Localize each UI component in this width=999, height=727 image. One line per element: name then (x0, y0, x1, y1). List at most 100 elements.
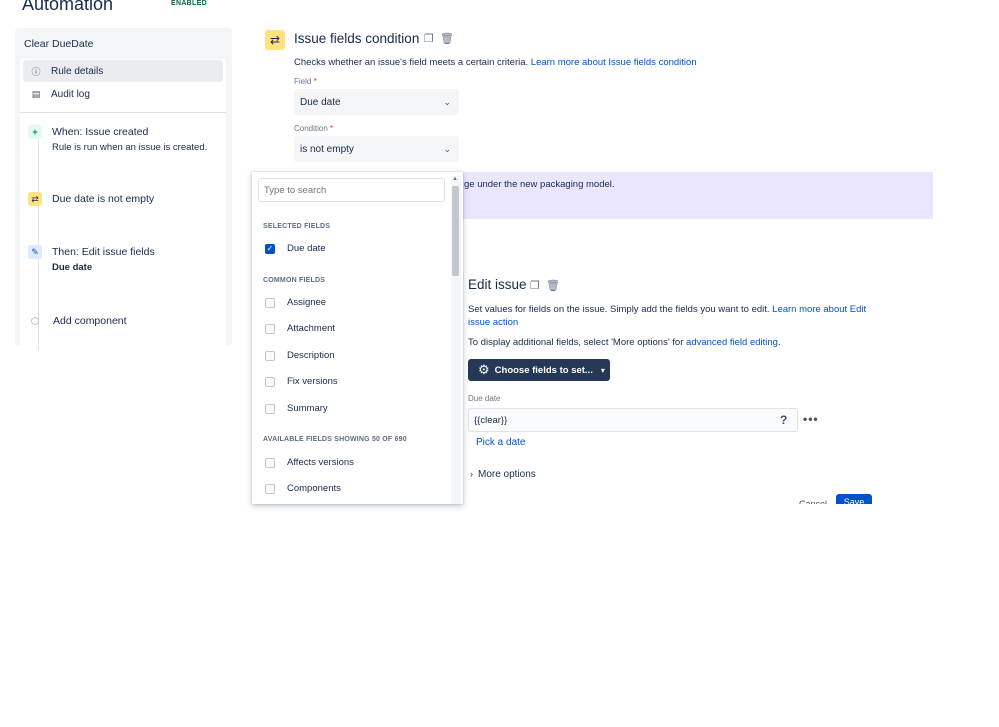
chevron-down-icon: ▾ (600, 365, 605, 375)
banner-text: ge under the new packaging model. (464, 179, 615, 190)
info-icon: ⓘ (31, 66, 41, 77)
field-option-summary[interactable]: Summary (265, 403, 328, 414)
learn-more-link[interactable]: Learn more about Edit (772, 304, 866, 315)
field-picker-dropdown: SELECTED FIELDS ✓ Due date COMMON FIELDS… (252, 172, 463, 504)
checkbox-icon (265, 457, 275, 468)
page-title: Automation (22, 0, 114, 14)
field-option-label: Description (287, 350, 335, 361)
field-option-label: Attachment (287, 323, 336, 334)
more-options-label: More options (478, 469, 536, 480)
rule-name: Clear DueDate (24, 38, 94, 50)
field-option-assignee[interactable]: Assignee (265, 297, 326, 308)
help-icon[interactable]: ? (780, 413, 787, 427)
trash-icon[interactable]: 🗑 (546, 279, 560, 292)
info-banner: ge under the new packaging model. (453, 172, 933, 219)
additional-text: To display additional fields, select 'Mo… (468, 337, 684, 348)
step-subtitle: Rule is run when an issue is created. (52, 142, 208, 153)
plus-icon: + (28, 125, 42, 139)
description-text: Set values for fields on the issue. Simp… (468, 304, 770, 315)
due-date-input[interactable]: {{clear}} (468, 408, 798, 432)
common-fields-heading: COMMON FIELDS (263, 277, 326, 284)
field-select[interactable]: Due date ⌄ (294, 89, 459, 115)
sidebar-item-label: Audit log (51, 88, 90, 100)
condition-step[interactable]: ⇄ Due date is not empty (28, 192, 154, 206)
condition-label-text: Condition (294, 124, 328, 133)
rule-sidebar: Clear DueDate ⓘ Rule details ▤ Audit log… (15, 28, 232, 367)
shuffle-icon: ⇄ (28, 192, 42, 206)
cancel-button[interactable]: Cancel (799, 498, 827, 504)
sidebar-item-label: Rule details (51, 65, 104, 77)
chevron-down-icon: ⌄ (443, 143, 451, 154)
checkbox-icon (265, 483, 275, 494)
field-option-components[interactable]: Components (265, 483, 341, 494)
more-options-toggle[interactable]: › More options (470, 469, 536, 480)
step-subtitle: Due date (52, 262, 93, 273)
field-select-value: Due date (300, 96, 341, 108)
add-dot-icon (31, 317, 39, 325)
checkbox-icon (265, 350, 275, 361)
action-step[interactable]: ✎ Then: Edit issue fields Due date (28, 245, 155, 273)
gear-icon: ⚙ (478, 362, 490, 377)
document-icon: ▤ (31, 88, 41, 99)
additional-fields-text: To display additional fields, select 'Mo… (468, 337, 781, 348)
checkbox-checked-icon: ✓ (265, 243, 275, 254)
edit-issue-title: Edit issue (468, 277, 527, 292)
field-label-text: Field (294, 77, 312, 86)
field-option-affects-versions[interactable]: Affects versions (265, 457, 354, 468)
save-button[interactable]: Save (836, 494, 872, 504)
condition-select[interactable]: is not empty ⌄ (294, 136, 459, 162)
divider (20, 112, 226, 113)
due-date-label: Due date (468, 394, 501, 403)
field-option-label: Components (287, 483, 341, 494)
field-label: Field * (294, 77, 317, 86)
field-option-label: Due date (287, 243, 326, 254)
step-title: When: Issue created (52, 126, 149, 138)
search-input[interactable] (258, 178, 445, 202)
advanced-field-editing-link[interactable]: advanced field editing (686, 337, 778, 348)
chevron-down-icon: ⌄ (443, 96, 451, 107)
step-title: Due date is not empty (52, 193, 155, 205)
field-option-label: Assignee (287, 297, 327, 308)
trash-icon[interactable]: 🗑 (440, 32, 454, 45)
copy-icon[interactable]: ❐ (530, 279, 540, 292)
condition-title: Issue fields condition (294, 31, 420, 46)
checkbox-icon (265, 403, 275, 414)
pencil-icon: ✎ (28, 245, 42, 259)
more-actions-icon[interactable]: ••• (803, 412, 819, 426)
step-title: Then: Edit issue fields (52, 246, 155, 258)
checkbox-icon (265, 323, 275, 334)
checkbox-icon (265, 376, 275, 387)
status-badge: ENABLED (171, 0, 207, 7)
add-component-button[interactable]: Add component (28, 314, 127, 328)
checkbox-icon (265, 297, 275, 308)
pick-date-link[interactable]: Pick a date (476, 437, 525, 448)
rule-outline-panel: ⓘ Rule details ▤ Audit log + When: Issue… (20, 59, 226, 367)
field-option-label: Affects versions (287, 457, 354, 468)
scrollbar-thumb[interactable] (452, 186, 459, 276)
selected-fields-heading: SELECTED FIELDS (263, 223, 331, 230)
due-date-value: {{clear}} (474, 414, 508, 426)
field-option-due-date[interactable]: ✓ Due date (265, 243, 326, 254)
choose-fields-label: Choose fields to set... (494, 364, 593, 376)
field-option-description[interactable]: Description (265, 350, 335, 361)
condition-select-value: is not empty (300, 143, 354, 155)
condition-label: Condition * (294, 124, 334, 133)
learn-more-link[interactable]: Learn more about Issue fields condition (531, 57, 697, 68)
trigger-step[interactable]: + When: Issue created Rule is run when a… (28, 125, 207, 153)
copy-icon[interactable]: ❐ (424, 32, 434, 45)
learn-more-link-cont[interactable]: issue action (468, 317, 518, 328)
description-text: Checks whether an issue's field meets a … (294, 57, 529, 68)
field-option-fix-versions[interactable]: Fix versions (265, 376, 338, 387)
field-option-attachment[interactable]: Attachment (265, 323, 335, 334)
scroll-up-icon[interactable]: ▲ (452, 176, 458, 182)
field-option-label: Fix versions (287, 376, 338, 387)
sidebar-item-audit-log[interactable]: ▤ Audit log (23, 83, 223, 105)
choose-fields-button[interactable]: ⚙ Choose fields to set... ▾ (468, 359, 610, 381)
chevron-right-icon: › (470, 469, 473, 479)
condition-description: Checks whether an issue's field meets a … (294, 57, 697, 68)
shuffle-icon: ⇄ (265, 30, 285, 50)
field-option-label: Summary (287, 403, 328, 414)
scrollbar[interactable]: ▲ (451, 176, 461, 504)
sidebar-item-rule-details[interactable]: ⓘ Rule details (23, 60, 223, 82)
available-fields-heading: AVAILABLE FIELDS SHOWING 50 OF 690 (263, 436, 407, 443)
